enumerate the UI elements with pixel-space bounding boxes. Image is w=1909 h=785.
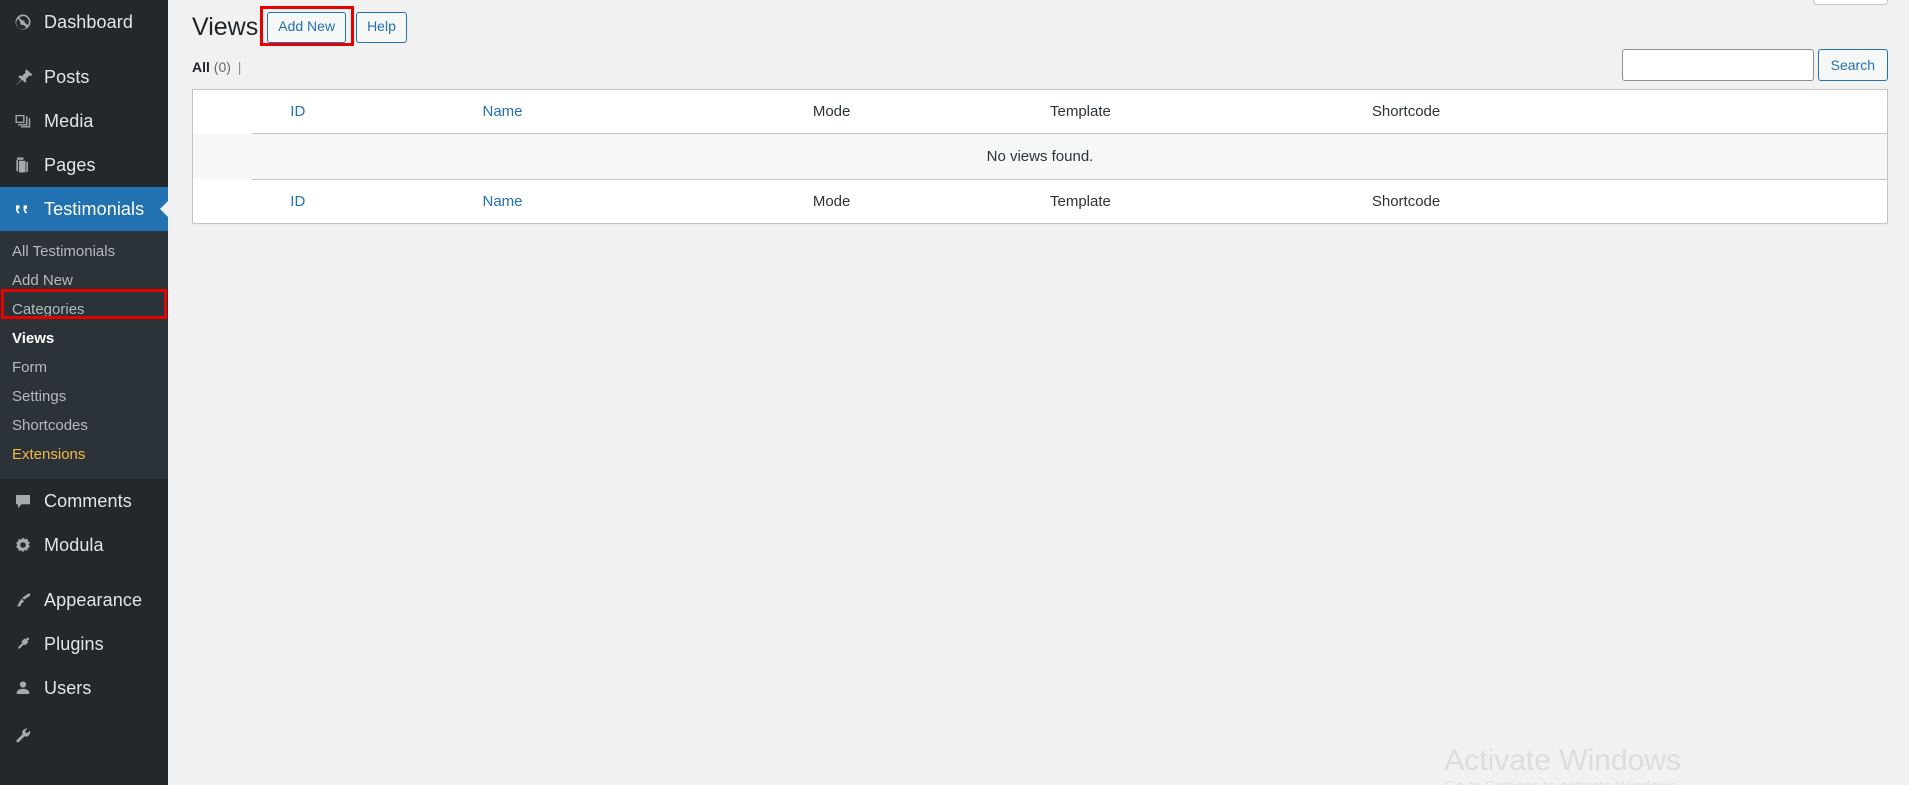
filter-all-count: (0) [213, 59, 231, 75]
filter-all-link[interactable]: All [192, 59, 210, 75]
table-footer-row: ID Name Mode Template Shortcode [193, 179, 1887, 223]
filter-separator: | [237, 59, 242, 75]
watermark-line-1: Activate Windows [1444, 743, 1681, 777]
submenu-item-form[interactable]: Form [0, 353, 168, 382]
page-wrap: Views Add New Help All (0) | Search ID N… [168, 0, 1909, 224]
table-head: ID Name Mode Template Shortcode [193, 90, 1887, 134]
sidebar-item-pages[interactable]: Pages [0, 143, 168, 187]
add-new-wrapper: Add New [260, 6, 356, 47]
views-list-table: ID Name Mode Template Shortcode No views… [192, 89, 1888, 224]
column-footer-id-link[interactable]: ID [290, 193, 305, 210]
sidebar-item-label: Testimonials [44, 198, 145, 219]
add-new-button[interactable]: Add New [267, 12, 347, 43]
table-foot: ID Name Mode Template Shortcode [193, 179, 1887, 223]
sidebar-item-comments[interactable]: Comments [0, 479, 168, 523]
sidebar-divider-2 [0, 567, 168, 578]
column-footer-name[interactable]: Name [472, 179, 803, 223]
sidebar-item-posts[interactable]: Posts [0, 55, 168, 99]
sidebar-item-label: Users [44, 677, 92, 698]
sidebar-item-label: Appearance [44, 589, 143, 610]
table-header-row: ID Name Mode Template Shortcode [193, 90, 1887, 134]
page-title: Views [192, 13, 259, 42]
search-submit-button[interactable]: Search [1817, 49, 1888, 81]
sidebar-item-label: Comments [44, 490, 132, 511]
wordpress-admin-screen: Dashboard Posts Media Pages Testimonials… [0, 0, 1909, 785]
page-header: Views Add New Help [192, 0, 1888, 47]
column-header-template: Template [1039, 90, 1362, 134]
column-footer-mode: Mode [802, 179, 1040, 223]
submenu-item-extensions[interactable]: Extensions [0, 440, 168, 469]
watermark-line-2: Go to Settings to activate Windows. [1444, 778, 1681, 785]
submenu-item-settings[interactable]: Settings [0, 382, 168, 411]
search-box: Search [1621, 49, 1888, 81]
sidebar-item-media[interactable]: Media [0, 99, 168, 143]
column-header-shortcode: Shortcode [1361, 90, 1887, 134]
pin-icon [11, 67, 35, 87]
column-footer-name-link[interactable]: Name [483, 193, 523, 210]
sidebar-item-appearance[interactable]: Appearance [0, 578, 168, 622]
submenu-item-add-new[interactable]: Add New [0, 266, 168, 295]
help-button[interactable]: Help [356, 12, 407, 43]
admin-main-body: Help▼ Views Add New Help All (0) | [168, 0, 1909, 785]
user-icon [11, 678, 35, 698]
submenu-item-views[interactable]: Views [0, 324, 168, 353]
search-input[interactable] [1621, 49, 1814, 81]
sidebar-item-users[interactable]: Users [0, 666, 168, 710]
submenu-item-categories[interactable]: Categories [0, 295, 168, 324]
pages-stack-icon [11, 155, 35, 175]
select-all-footer-cell [193, 179, 252, 223]
table-empty-row: No views found. [193, 134, 1887, 179]
quote-marks-icon [11, 199, 35, 219]
sidebar-item-plugins[interactable]: Plugins [0, 622, 168, 666]
select-all-cell [193, 90, 252, 134]
sidebar-item-testimonials[interactable]: Testimonials [0, 187, 168, 231]
sidebar-item-label: Pages [44, 154, 96, 175]
submenu-item-all-testimonials[interactable]: All Testimonials [0, 237, 168, 266]
status-filter-list: All (0) | [192, 59, 246, 75]
paintbrush-icon [11, 590, 35, 610]
admin-sidebar: Dashboard Posts Media Pages Testimonials… [0, 0, 168, 785]
sidebar-item-partial-bottom[interactable] [0, 714, 168, 758]
sidebar-item-modula[interactable]: Modula [0, 523, 168, 567]
dashboard-gauge-icon [11, 12, 35, 32]
column-header-name-link[interactable]: Name [483, 103, 523, 120]
submenu-item-shortcodes[interactable]: Shortcodes [0, 411, 168, 440]
column-footer-shortcode: Shortcode [1361, 179, 1887, 223]
plug-icon [11, 634, 35, 654]
column-footer-id[interactable]: ID [252, 179, 473, 223]
column-header-id-link[interactable]: ID [290, 103, 305, 120]
sidebar-item-label: Dashboard [44, 11, 133, 32]
filter-all[interactable]: All (0) | [192, 59, 246, 75]
testimonials-submenu: All Testimonials Add New Categories View… [0, 231, 168, 479]
tools-icon [11, 726, 35, 746]
column-header-mode: Mode [802, 90, 1040, 134]
table-body: No views found. [193, 134, 1887, 179]
sidebar-divider-1 [0, 44, 168, 55]
column-footer-template: Template [1039, 179, 1362, 223]
modula-gear-icon [11, 535, 35, 555]
media-photos-icon [11, 111, 35, 131]
column-header-name[interactable]: Name [472, 90, 803, 134]
table-empty-message: No views found. [193, 134, 1887, 179]
list-toolbar: All (0) | Search [192, 49, 1888, 89]
comment-bubble-icon [11, 491, 35, 511]
sidebar-item-label: Plugins [44, 633, 104, 654]
sidebar-item-label: Modula [44, 534, 104, 555]
sidebar-item-label: Posts [44, 66, 90, 87]
windows-activation-watermark: Activate Windows Go to Settings to activ… [1444, 744, 1681, 785]
sidebar-item-label: Media [44, 110, 94, 131]
column-header-id[interactable]: ID [252, 90, 473, 134]
sidebar-item-dashboard[interactable]: Dashboard [0, 0, 168, 44]
